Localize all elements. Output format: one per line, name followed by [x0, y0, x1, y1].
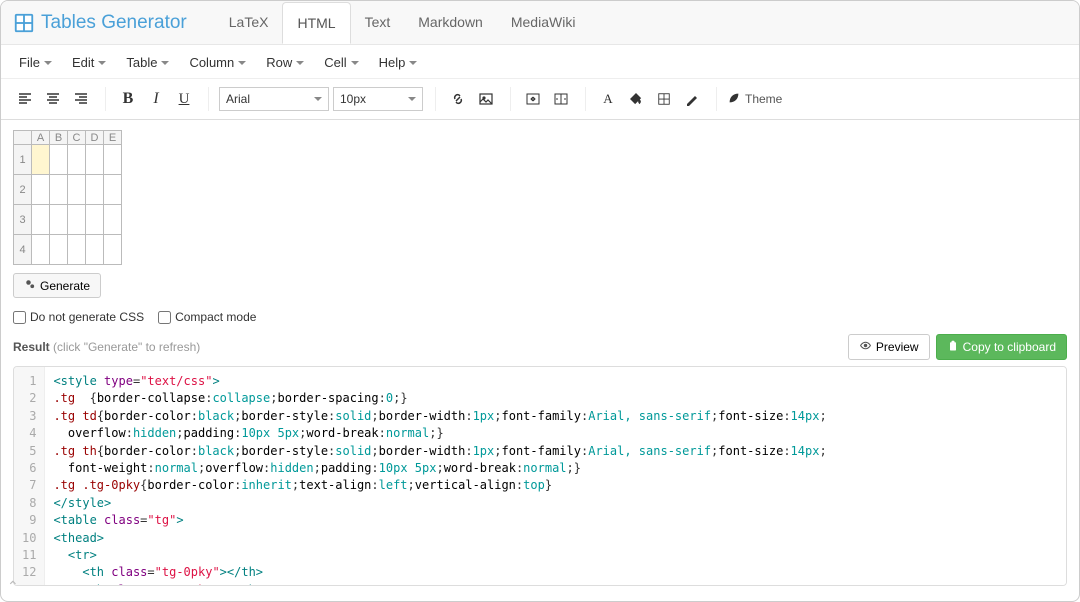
link-button[interactable] — [446, 87, 470, 111]
cell[interactable] — [68, 145, 86, 175]
row-header[interactable]: 2 — [14, 175, 32, 205]
chevron-down-icon — [314, 97, 322, 101]
cell[interactable] — [68, 205, 86, 235]
text-color-button[interactable]: A — [596, 87, 620, 111]
menu-row[interactable]: Row — [258, 51, 312, 74]
menu-table[interactable]: Table — [118, 51, 177, 74]
cell[interactable] — [32, 175, 50, 205]
cell[interactable] — [50, 175, 68, 205]
italic-button[interactable]: I — [144, 87, 168, 111]
col-header[interactable]: C — [68, 131, 86, 145]
align-center-button[interactable] — [41, 87, 65, 111]
result-label: Result — [13, 340, 50, 354]
code-output[interactable]: 12345678910111213141516 <style type="tex… — [13, 366, 1067, 586]
toolbar: B I U Arial 10px A Theme — [1, 79, 1079, 120]
tab-html[interactable]: HTML — [282, 2, 350, 44]
options-row: Do not generate CSS Compact mode — [1, 306, 1079, 328]
cell[interactable] — [104, 235, 122, 265]
no-css-checkbox[interactable]: Do not generate CSS — [13, 310, 144, 324]
chevron-down-icon — [296, 61, 304, 65]
eye-icon — [859, 339, 872, 355]
cell[interactable] — [104, 175, 122, 205]
row-header[interactable]: 3 — [14, 205, 32, 235]
brand-text: Tables Generator — [41, 12, 187, 34]
chevron-down-icon — [161, 61, 169, 65]
leaf-icon — [727, 91, 741, 108]
cell[interactable] — [32, 145, 50, 175]
corner-cell[interactable] — [14, 131, 32, 145]
menu-bar: File Edit Table Column Row Cell Help — [1, 45, 1079, 79]
cell[interactable] — [50, 145, 68, 175]
copy-clipboard-button[interactable]: Copy to clipboard — [936, 334, 1067, 360]
cell[interactable] — [68, 175, 86, 205]
cell[interactable] — [86, 205, 104, 235]
chevron-down-icon — [351, 61, 359, 65]
tab-markdown[interactable]: Markdown — [404, 2, 497, 43]
clipboard-icon — [947, 340, 959, 355]
align-right-button[interactable] — [69, 87, 93, 111]
menu-edit[interactable]: Edit — [64, 51, 114, 74]
fill-color-button[interactable] — [624, 87, 648, 111]
chevron-down-icon — [409, 61, 417, 65]
col-header[interactable]: A — [32, 131, 50, 145]
border-button[interactable] — [652, 87, 676, 111]
expand-icon[interactable]: ⌃ — [7, 578, 19, 595]
chevron-down-icon — [98, 61, 106, 65]
menu-cell[interactable]: Cell — [316, 51, 366, 74]
chevron-down-icon — [238, 61, 246, 65]
row-header[interactable]: 4 — [14, 235, 32, 265]
font-size-select[interactable]: 10px — [333, 87, 423, 111]
generate-button[interactable]: Generate — [13, 273, 101, 298]
logo-icon — [13, 12, 35, 34]
chevron-down-icon — [408, 97, 416, 101]
code-body[interactable]: <style type="text/css"> .tg {border-coll… — [45, 367, 834, 586]
cell[interactable] — [86, 145, 104, 175]
cell[interactable] — [104, 205, 122, 235]
cell[interactable] — [50, 235, 68, 265]
cell[interactable] — [32, 205, 50, 235]
cell[interactable] — [68, 235, 86, 265]
align-left-button[interactable] — [13, 87, 37, 111]
menu-file[interactable]: File — [11, 51, 60, 74]
spreadsheet-grid[interactable]: ABCDE 1234 — [13, 130, 122, 265]
image-button[interactable] — [474, 87, 498, 111]
theme-button[interactable]: Theme — [727, 91, 782, 108]
col-header[interactable]: D — [86, 131, 104, 145]
merge-cells-button[interactable] — [521, 87, 545, 111]
logo[interactable]: Tables Generator — [13, 12, 187, 34]
top-nav: Tables Generator LaTeXHTMLTextMarkdownMe… — [1, 1, 1079, 45]
col-header[interactable]: E — [104, 131, 122, 145]
row-header[interactable]: 1 — [14, 145, 32, 175]
tab-text[interactable]: Text — [351, 2, 405, 43]
gears-icon — [24, 278, 36, 293]
chevron-down-icon — [44, 61, 52, 65]
result-bar: Result (click "Generate" to refresh) Pre… — [1, 328, 1079, 366]
cell[interactable] — [86, 235, 104, 265]
clear-format-button[interactable] — [680, 87, 704, 111]
line-gutter: 12345678910111213141516 — [14, 367, 45, 586]
tab-mediawiki[interactable]: MediaWiki — [497, 2, 590, 43]
bold-button[interactable]: B — [116, 87, 140, 111]
underline-button[interactable]: U — [172, 87, 196, 111]
menu-help[interactable]: Help — [371, 51, 426, 74]
preview-button[interactable]: Preview — [848, 334, 930, 360]
font-family-select[interactable]: Arial — [219, 87, 329, 111]
format-tabs: LaTeXHTMLTextMarkdownMediaWiki — [215, 2, 590, 43]
split-cells-button[interactable] — [549, 87, 573, 111]
table-editor: ABCDE 1234 — [1, 120, 1079, 269]
menu-column[interactable]: Column — [181, 51, 254, 74]
cell[interactable] — [50, 205, 68, 235]
cell[interactable] — [86, 175, 104, 205]
result-hint: (click "Generate" to refresh) — [53, 340, 200, 354]
col-header[interactable]: B — [50, 131, 68, 145]
tab-latex[interactable]: LaTeX — [215, 2, 283, 43]
cell[interactable] — [104, 145, 122, 175]
cell[interactable] — [32, 235, 50, 265]
compact-checkbox[interactable]: Compact mode — [158, 310, 256, 324]
